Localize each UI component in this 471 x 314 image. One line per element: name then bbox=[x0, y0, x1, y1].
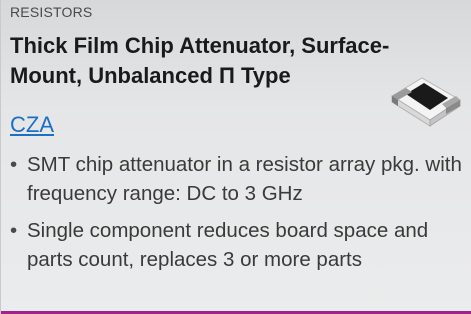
list-item: • Single component reduces board space a… bbox=[10, 216, 470, 274]
feature-text: Single component reduces board space and… bbox=[27, 219, 429, 271]
product-code-link[interactable]: CZA bbox=[10, 112, 54, 138]
product-card: RESISTORS Thick Film Chip Attenuator, Su… bbox=[0, 0, 471, 314]
bullet-icon: • bbox=[10, 153, 18, 176]
feature-text: SMT chip attenuator in a resistor array … bbox=[27, 153, 462, 205]
category-label: RESISTORS bbox=[10, 4, 93, 20]
bullet-icon: • bbox=[10, 219, 18, 242]
feature-list: • SMT chip attenuator in a resistor arra… bbox=[10, 150, 470, 282]
chip-attenuator-icon bbox=[391, 77, 461, 127]
list-item: • SMT chip attenuator in a resistor arra… bbox=[10, 150, 470, 208]
